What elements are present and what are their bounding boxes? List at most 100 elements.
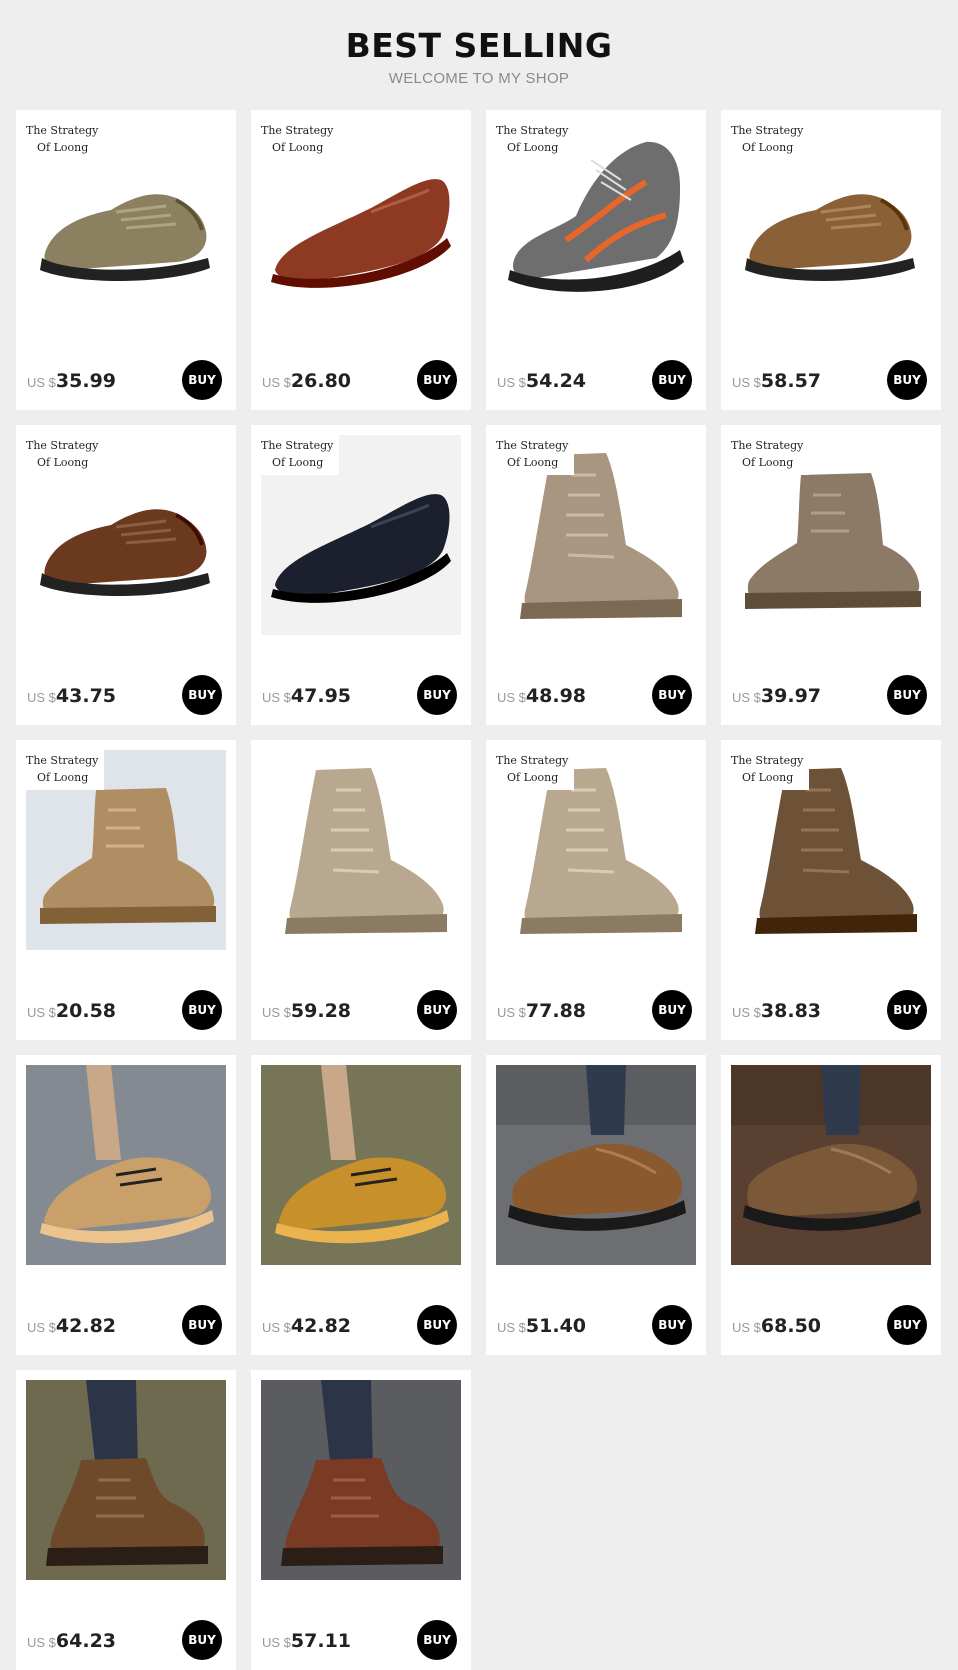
currency-label: US $ bbox=[732, 375, 761, 390]
currency-label: US $ bbox=[732, 1320, 761, 1335]
buy-button[interactable]: BUY bbox=[182, 675, 222, 715]
product-image[interactable] bbox=[496, 1065, 696, 1265]
product-image[interactable] bbox=[261, 1380, 461, 1580]
buy-button[interactable]: BUY bbox=[887, 360, 927, 400]
price-value: 38.83 bbox=[760, 1000, 822, 1022]
brand-label-line1: The Strategy bbox=[261, 124, 334, 137]
currency-label: US $ bbox=[497, 375, 526, 390]
product-card[interactable]: US $42.82 BUY bbox=[251, 1055, 471, 1355]
product-card[interactable]: US $64.23 BUY bbox=[16, 1370, 236, 1670]
brand-label-line2: Of Loong bbox=[507, 771, 559, 784]
buy-button[interactable]: BUY bbox=[652, 360, 692, 400]
product-image[interactable]: The Strategy Of Loong bbox=[731, 435, 931, 635]
product-image[interactable] bbox=[26, 1065, 226, 1265]
product-card[interactable]: The Strategy Of Loong US $47.95 BUY bbox=[251, 425, 471, 725]
brand-label: The Strategy Of Loong bbox=[26, 750, 105, 790]
brand-label-line1: The Strategy bbox=[731, 439, 804, 452]
product-card[interactable]: The Strategy Of Loong US $39.97 BUY bbox=[721, 425, 941, 725]
price-value: 42.82 bbox=[290, 1315, 352, 1337]
product-card[interactable]: The Strategy Of Loong US $43.75 BUY bbox=[16, 425, 236, 725]
buy-button[interactable]: BUY bbox=[887, 1305, 927, 1345]
price: US $26.80 bbox=[262, 370, 351, 392]
product-card[interactable]: The Strategy Of Loong US $48.98 BUY bbox=[486, 425, 706, 725]
buy-button[interactable]: BUY bbox=[417, 675, 457, 715]
product-card[interactable]: US $42.82 BUY bbox=[16, 1055, 236, 1355]
brand-label-line1: The Strategy bbox=[26, 754, 99, 767]
product-card[interactable]: The Strategy Of Loong US $35.99 BUY bbox=[16, 110, 236, 410]
product-grid: The Strategy Of Loong US $35.99 BUY The Str… bbox=[16, 110, 941, 1670]
brand-label-line2: Of Loong bbox=[742, 141, 794, 154]
buy-button[interactable]: BUY bbox=[182, 1305, 222, 1345]
price-value: 20.58 bbox=[55, 1000, 117, 1022]
price-value: 43.75 bbox=[55, 685, 117, 707]
product-card[interactable]: The Strategy Of Loong US $77.88 BUY bbox=[486, 740, 706, 1040]
brand-label-line2: Of Loong bbox=[37, 141, 89, 154]
page-title: BEST SELLING bbox=[345, 26, 613, 65]
currency-label: US $ bbox=[27, 1320, 56, 1335]
product-image[interactable] bbox=[731, 1065, 931, 1265]
product-card[interactable]: The Strategy Of Loong US $26.80 BUY bbox=[251, 110, 471, 410]
price-value: 48.98 bbox=[525, 685, 587, 707]
currency-label: US $ bbox=[262, 1005, 291, 1020]
brand-label: The Strategy Of Loong bbox=[496, 435, 575, 475]
brand-label: The Strategy Of Loong bbox=[731, 435, 810, 475]
brand-label-line1: The Strategy bbox=[26, 439, 99, 452]
price: US $48.98 bbox=[497, 685, 586, 707]
buy-button[interactable]: BUY bbox=[887, 675, 927, 715]
product-image[interactable] bbox=[261, 1065, 461, 1265]
buy-button[interactable]: BUY bbox=[417, 990, 457, 1030]
product-image[interactable]: The Strategy Of Loong bbox=[731, 120, 931, 320]
buy-button[interactable]: BUY bbox=[417, 360, 457, 400]
product-card[interactable]: US $59.28 BUY bbox=[251, 740, 471, 1040]
brand-label-line1: The Strategy bbox=[731, 754, 804, 767]
brand-label: The Strategy Of Loong bbox=[731, 750, 810, 790]
buy-button[interactable]: BUY bbox=[417, 1305, 457, 1345]
product-image[interactable]: The Strategy Of Loong bbox=[496, 750, 696, 950]
brand-label-line1: The Strategy bbox=[26, 124, 99, 137]
brand-label-line1: The Strategy bbox=[731, 124, 804, 137]
buy-button[interactable]: BUY bbox=[182, 990, 222, 1030]
currency-label: US $ bbox=[732, 690, 761, 705]
price: US $39.97 bbox=[732, 685, 821, 707]
buy-button[interactable]: BUY bbox=[652, 990, 692, 1030]
product-image[interactable]: The Strategy Of Loong bbox=[496, 435, 696, 635]
brand-label: The Strategy Of Loong bbox=[731, 120, 810, 160]
product-image[interactable] bbox=[26, 1380, 226, 1580]
product-card[interactable]: The Strategy Of Loong US $54.24 BUY bbox=[486, 110, 706, 410]
currency-label: US $ bbox=[732, 1005, 761, 1020]
product-card[interactable]: US $68.50 BUY bbox=[721, 1055, 941, 1355]
currency-label: US $ bbox=[262, 1635, 291, 1650]
product-image[interactable]: The Strategy Of Loong bbox=[731, 750, 931, 950]
brand-label: The Strategy Of Loong bbox=[26, 120, 105, 160]
product-image[interactable] bbox=[261, 750, 461, 950]
product-image[interactable]: The Strategy Of Loong bbox=[26, 435, 226, 635]
currency-label: US $ bbox=[27, 1635, 56, 1650]
price-value: 77.88 bbox=[525, 1000, 587, 1022]
price: US $20.58 bbox=[27, 1000, 116, 1022]
buy-button[interactable]: BUY bbox=[887, 990, 927, 1030]
product-card[interactable]: The Strategy Of Loong US $38.83 BUY bbox=[721, 740, 941, 1040]
currency-label: US $ bbox=[262, 690, 291, 705]
product-card[interactable]: The Strategy Of Loong US $58.57 BUY bbox=[721, 110, 941, 410]
buy-button[interactable]: BUY bbox=[417, 1620, 457, 1660]
product-card[interactable]: US $51.40 BUY bbox=[486, 1055, 706, 1355]
brand-label: The Strategy Of Loong bbox=[26, 435, 105, 475]
product-card[interactable]: The Strategy Of Loong US $20.58 BUY bbox=[16, 740, 236, 1040]
brand-label-line2: Of Loong bbox=[507, 141, 559, 154]
product-image[interactable]: The Strategy Of Loong bbox=[261, 435, 461, 635]
product-image[interactable]: The Strategy Of Loong bbox=[26, 120, 226, 320]
buy-button[interactable]: BUY bbox=[182, 360, 222, 400]
product-image[interactable]: The Strategy Of Loong bbox=[26, 750, 226, 950]
buy-button[interactable]: BUY bbox=[652, 1305, 692, 1345]
brand-label-line2: Of Loong bbox=[742, 456, 794, 469]
brand-label-line1: The Strategy bbox=[496, 754, 569, 767]
product-image[interactable]: The Strategy Of Loong bbox=[261, 120, 461, 320]
currency-label: US $ bbox=[497, 1005, 526, 1020]
buy-button[interactable]: BUY bbox=[182, 1620, 222, 1660]
page-subtitle: WELCOME TO MY SHOP bbox=[388, 70, 570, 87]
product-card[interactable]: US $57.11 BUY bbox=[251, 1370, 471, 1670]
price-value: 64.23 bbox=[55, 1630, 117, 1652]
buy-button[interactable]: BUY bbox=[652, 675, 692, 715]
product-image[interactable]: The Strategy Of Loong bbox=[496, 120, 696, 320]
currency-label: US $ bbox=[262, 1320, 291, 1335]
